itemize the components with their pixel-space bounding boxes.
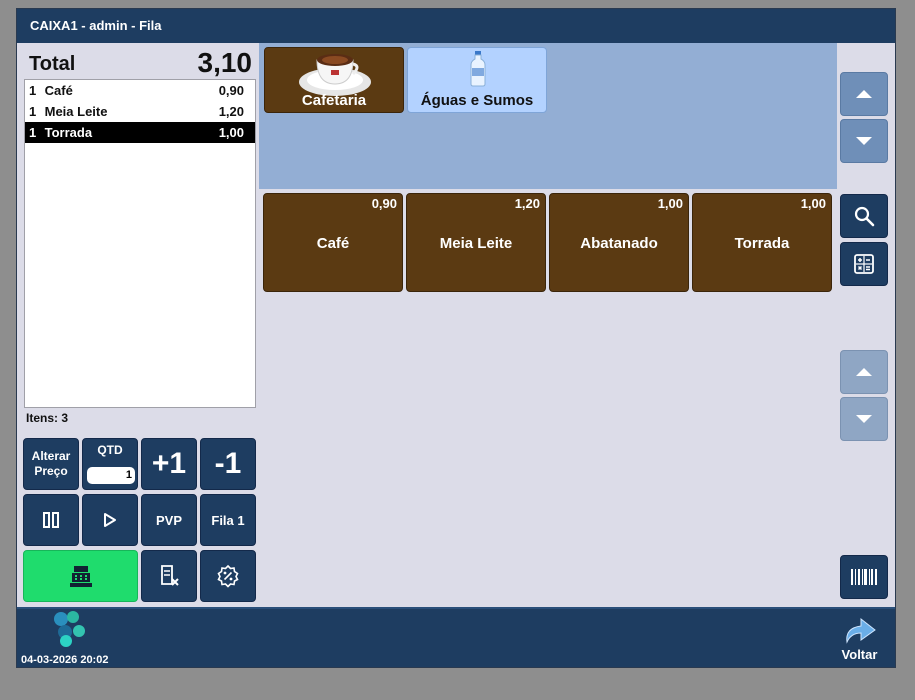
search-icon [854,206,875,227]
qtd-input[interactable]: 1 [87,467,135,484]
qtd-label: QTD [97,443,123,457]
order-item-name: Meia Leite [44,104,108,119]
category-label: Águas e Sumos [420,92,534,109]
order-item-row[interactable]: 1 Meia Leite 1,20 [25,101,255,122]
pause-button[interactable] [23,494,79,546]
product-price: 1,00 [657,196,683,211]
back-arrow-icon [846,617,876,644]
product-price: 1,00 [800,196,826,211]
arrow-up-icon [856,90,872,98]
play-button[interactable] [82,494,138,546]
barcode-icon [851,569,877,585]
qtd-button[interactable]: QTD 1 [82,438,138,490]
order-item-row-selected[interactable]: 1 Torrada 1,00 [25,122,255,143]
items-count: Itens: 3 [26,411,69,425]
product-price: 0,90 [371,196,397,211]
barcode-button[interactable] [840,555,888,599]
product-name: Torrada [734,235,790,252]
order-item-row[interactable]: 1 Café 0,90 [25,80,255,101]
water-bottle-icon [470,51,486,87]
product-name: Abatanado [580,235,658,252]
arrow-up-icon [856,368,872,376]
alterar-preco-button[interactable]: Alterar Preço [23,438,79,490]
total-value: 3,10 [197,47,253,78]
app-logo-icon [54,611,85,647]
alterar-preco-label-line2: Preço [34,464,68,478]
total-row: Total 3,10 [24,47,256,81]
order-item-name: Torrada [44,125,93,140]
status-bar: 04-03-2026 20:02 Voltar [17,607,895,667]
order-item-price: 1,20 [218,104,244,119]
order-item-qty: 1 [29,83,37,98]
alterar-preco-label-line1: Alterar [31,449,71,463]
pos-window: CAIXA1 - admin - Fila Total 3,10 1 Café … [16,8,896,668]
category-cafetaria[interactable]: Cafetaria [264,47,404,113]
product-scroll-up-button[interactable] [840,350,888,394]
receipt-cancel-icon [161,565,179,586]
search-button[interactable] [840,194,888,238]
play-icon [104,513,116,527]
order-panel: Total 3,10 1 Café 0,90 1 Meia Leite 1,20… [20,45,260,608]
product-name: Café [316,235,350,252]
datetime: 04-03-2026 20:02 [21,654,109,666]
calculator-icon [854,254,874,274]
order-item-qty: 1 [29,104,37,119]
category-scroll-down-button[interactable] [840,119,888,163]
category-area: Cafetaria Águas e Sumos [259,43,837,189]
product-button-torrada[interactable]: 1,00 Torrada [692,193,832,292]
voltar-label: Voltar [841,647,878,662]
order-item-price: 0,90 [218,83,244,98]
plus-one-button[interactable]: +1 [141,438,197,490]
order-item-price: 1,00 [218,125,244,140]
arrow-down-icon [856,137,872,145]
product-scroll-down-button[interactable] [840,397,888,441]
minus-one-button[interactable]: -1 [200,438,256,490]
total-label: Total [29,53,76,75]
pvp-button[interactable]: PVP [141,494,197,546]
pause-icon [43,512,59,528]
category-aguas-sumos[interactable]: Águas e Sumos [407,47,547,113]
cancel-receipt-button[interactable] [141,550,197,602]
discount-badge-icon [217,564,239,588]
product-button-cafe[interactable]: 0,90 Café [263,193,403,292]
order-item-name: Café [44,83,73,98]
product-button-meia-leite[interactable]: 1,20 Meia Leite [406,193,546,292]
category-label: Cafetaria [301,92,367,109]
pay-button[interactable] [23,550,138,602]
cash-register-icon [69,566,92,587]
calculator-button[interactable] [840,242,888,286]
product-button-abatanado[interactable]: 1,00 Abatanado [549,193,689,292]
category-scroll-up-button[interactable] [840,72,888,116]
product-price: 1,20 [514,196,540,211]
discount-button[interactable] [200,550,256,602]
order-item-qty: 1 [29,125,37,140]
window-title: CAIXA1 - admin - Fila [17,9,895,43]
arrow-down-icon [856,415,872,423]
order-list[interactable]: 1 Café 0,90 1 Meia Leite 1,20 1 Torrada … [24,79,256,408]
fila-button[interactable]: Fila 1 [200,494,256,546]
product-name: Meia Leite [439,235,513,252]
voltar-button[interactable]: Voltar [832,614,887,666]
